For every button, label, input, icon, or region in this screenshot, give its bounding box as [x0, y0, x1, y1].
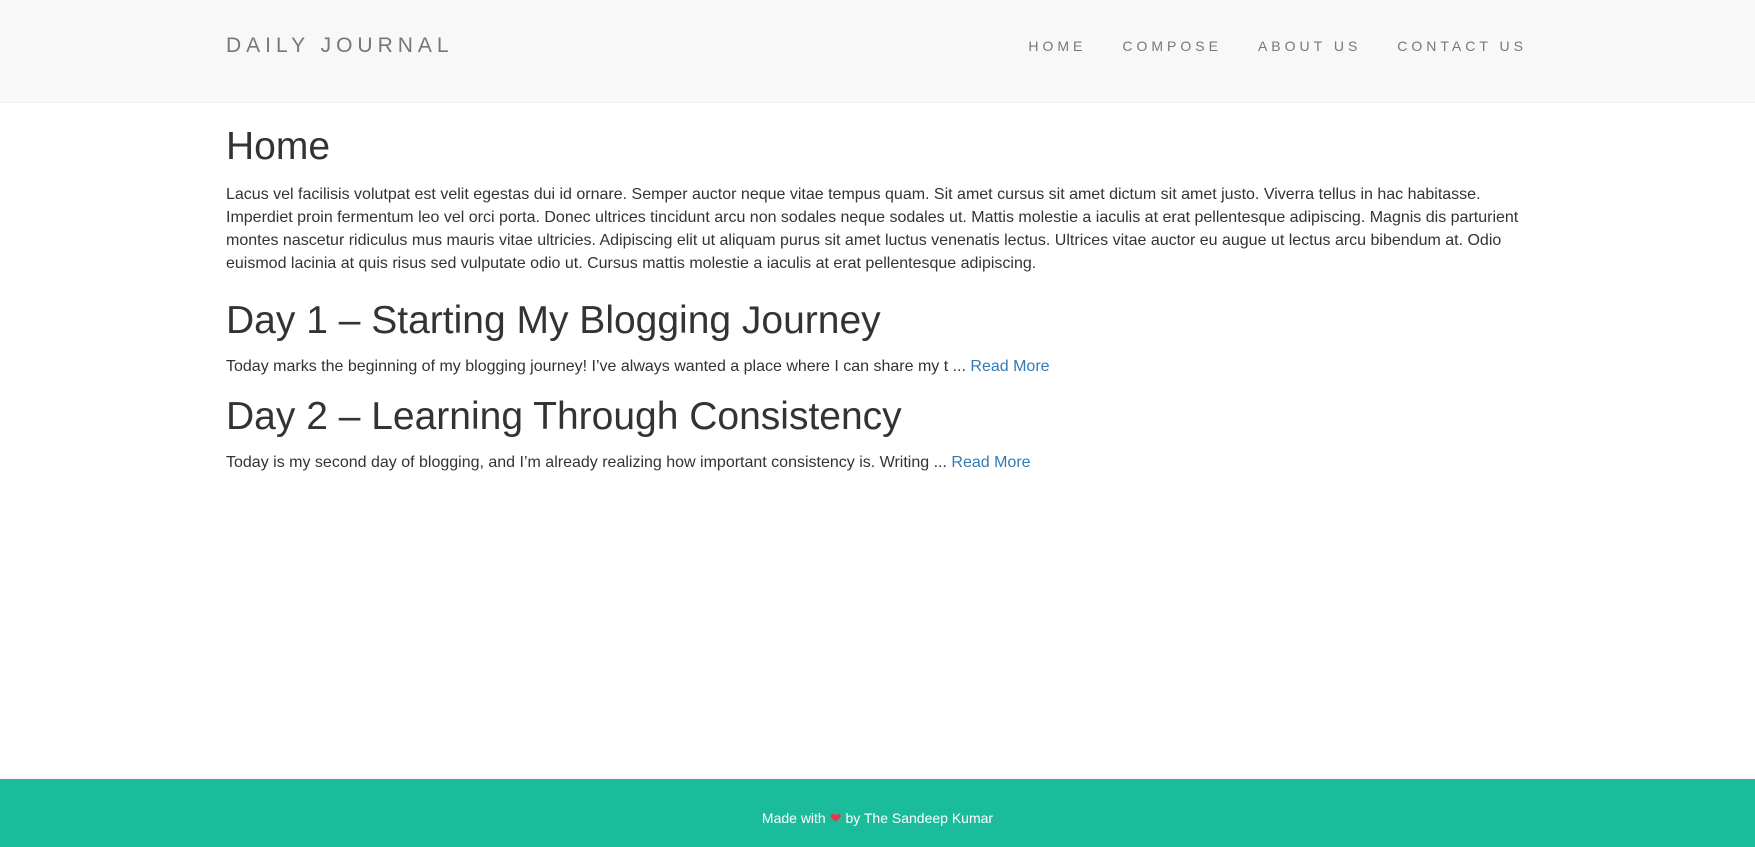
post-item-2: Day 2 – Learning Through Consistency Tod…: [226, 394, 1531, 474]
brand-logo[interactable]: DAILY JOURNAL: [226, 33, 454, 59]
nav-item-home: HOME: [1028, 37, 1086, 56]
post-excerpt-row: Today is my second day of blogging, and …: [226, 451, 1531, 474]
post-title: Day 1 – Starting My Blogging Journey: [226, 299, 881, 342]
main-content: Home Lacus vel facilisis volutpat est ve…: [226, 102, 1531, 474]
post-excerpt: Today is my second day of blogging, and …: [226, 454, 947, 471]
footer: Made with ❤ by The Sandeep Kumar: [0, 779, 1755, 847]
nav-item-about-us: ABOUT US: [1258, 37, 1361, 56]
footer-prefix: Made with: [761, 810, 826, 826]
post-excerpt-row: Today marks the beginning of my blogging…: [226, 355, 1531, 378]
page-title: Home: [226, 125, 331, 168]
navbar: DAILY JOURNAL HOME COMPOSE ABOUT US CONT…: [0, 0, 1755, 103]
nav-item-compose: COMPOSE: [1122, 37, 1222, 56]
nav-link-home[interactable]: HOME: [1028, 38, 1086, 54]
footer-suffix: by The Sandeep Kumar: [845, 810, 994, 826]
footer-credit: Made with ❤ by The Sandeep Kumar: [0, 809, 1755, 827]
read-more-link[interactable]: Read More: [970, 358, 1049, 375]
intro-paragraph: Lacus vel facilisis volutpat est velit e…: [226, 186, 1519, 272]
read-more-link[interactable]: Read More: [951, 454, 1030, 471]
nav-item-contact-us: CONTACT US: [1397, 37, 1527, 56]
nav-link-compose[interactable]: COMPOSE: [1122, 38, 1222, 54]
post-title: Day 2 – Learning Through Consistency: [226, 395, 902, 438]
heart-icon: ❤: [829, 810, 842, 826]
post-excerpt: Today marks the beginning of my blogging…: [226, 358, 966, 375]
post-item-1: Day 1 – Starting My Blogging Journey Tod…: [226, 298, 1531, 378]
nav-links: HOME COMPOSE ABOUT US CONTACT US: [992, 37, 1527, 56]
nav-link-about-us[interactable]: ABOUT US: [1258, 38, 1361, 54]
nav-link-contact-us[interactable]: CONTACT US: [1397, 38, 1527, 54]
